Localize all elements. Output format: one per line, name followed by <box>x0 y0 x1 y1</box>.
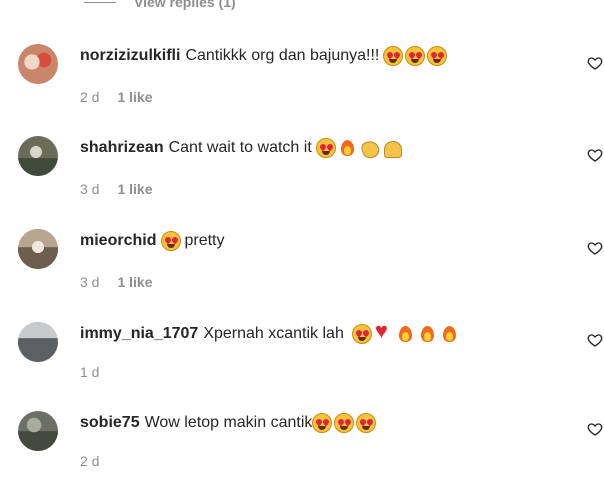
heart-eyes-emoji-icon <box>351 324 372 344</box>
comment-username[interactable]: mieorchid <box>80 231 156 251</box>
comment-body: mieorchid pretty <box>80 231 224 251</box>
heart-eyes-emoji-icon <box>405 46 426 66</box>
avatar[interactable] <box>18 44 58 84</box>
comment-text: pretty <box>184 232 225 249</box>
raising-hands-emoji-icon <box>382 138 402 158</box>
fire-emoji-icon <box>396 324 416 344</box>
heart-like-icon[interactable] <box>587 421 603 437</box>
heart-eyes-emoji-icon <box>356 413 377 433</box>
comment-username[interactable]: norzizizulkifli <box>80 46 180 66</box>
comment-item: shahrizean Cant wait to watch it 3 d 1 l… <box>0 132 604 212</box>
comment-username[interactable]: immy_nia_1707 <box>80 324 198 344</box>
comment-time[interactable]: 2 d <box>80 89 99 105</box>
heart-eyes-emoji-icon <box>427 46 448 66</box>
emoji-group <box>383 46 449 66</box>
heart-eyes-emoji-icon <box>334 413 355 433</box>
comment-meta: 3 d 1 like <box>80 274 153 290</box>
comment-meta: 2 d <box>80 453 117 469</box>
comment-text: Wow letop makin cantik <box>144 414 313 431</box>
emoji-group <box>315 138 404 158</box>
heart-like-icon[interactable] <box>587 55 603 71</box>
clapping-hands-emoji-icon <box>360 138 380 158</box>
emoji-group <box>351 321 462 344</box>
heart-eyes-emoji-icon <box>315 138 336 158</box>
fire-emoji-icon <box>418 324 438 344</box>
comment-username[interactable]: sobie75 <box>80 413 140 433</box>
comment-text: Xpernah xcantik lah <box>203 325 344 342</box>
comment-body: sobie75 Wow letop makin cantik <box>80 413 378 433</box>
view-replies-button[interactable]: View replies (1) <box>84 0 236 10</box>
comment-meta: 2 d 1 like <box>80 89 153 105</box>
comment-item: immy_nia_1707 Xpernah xcantik lah 1 d <box>0 318 604 398</box>
red-heart-emoji-icon <box>374 321 394 344</box>
heart-like-icon[interactable] <box>587 147 603 163</box>
comment-body: shahrizean Cant wait to watch it <box>80 138 404 158</box>
comment-time[interactable]: 3 d <box>80 181 99 197</box>
comment-likes[interactable]: 1 like <box>117 89 152 105</box>
comment-body: immy_nia_1707 Xpernah xcantik lah <box>80 321 462 344</box>
comment-meta: 1 d <box>80 364 117 380</box>
comment-item: sobie75 Wow letop makin cantik 2 d <box>0 407 604 487</box>
comment-time[interactable]: 2 d <box>80 453 99 469</box>
heart-eyes-emoji-icon <box>312 413 333 433</box>
avatar[interactable] <box>18 411 58 451</box>
comment-body: norzizizulkifli Cantikkk org dan bajunya… <box>80 46 449 66</box>
comment-time[interactable]: 3 d <box>80 274 99 290</box>
comment-time[interactable]: 1 d <box>80 364 99 380</box>
fire-emoji-icon <box>338 138 358 158</box>
emoji-group <box>312 413 378 433</box>
view-replies-label: View replies (1) <box>134 0 236 10</box>
view-replies-line <box>84 1 116 3</box>
avatar[interactable] <box>18 229 58 269</box>
comment-item: norzizizulkifli Cantikkk org dan bajunya… <box>0 40 604 120</box>
comment-meta: 3 d 1 like <box>80 181 153 197</box>
heart-like-icon[interactable] <box>587 332 603 348</box>
heart-eyes-emoji-icon <box>161 231 182 251</box>
comment-item: mieorchid pretty 3 d 1 like <box>0 225 604 305</box>
comment-text: Cant wait to watch it <box>168 139 312 156</box>
heart-like-icon[interactable] <box>587 240 603 256</box>
comment-username[interactable]: shahrizean <box>80 138 164 158</box>
avatar[interactable] <box>18 136 58 176</box>
fire-emoji-icon <box>440 324 460 344</box>
heart-eyes-emoji-icon <box>383 46 404 66</box>
comment-likes[interactable]: 1 like <box>117 181 152 197</box>
avatar[interactable] <box>18 322 58 362</box>
comment-text: Cantikkk org dan bajunya!!! <box>185 47 380 64</box>
comment-likes[interactable]: 1 like <box>117 274 152 290</box>
emoji-group <box>161 231 183 251</box>
